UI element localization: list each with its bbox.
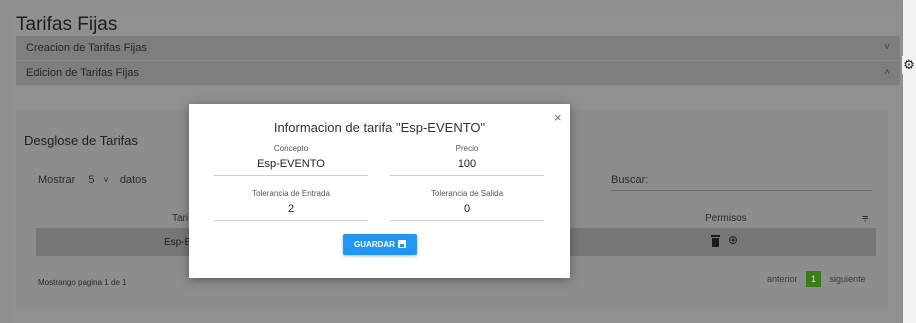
save-button[interactable]: GUARDAR [343, 234, 417, 255]
trash-lid [711, 235, 720, 237]
page-size-select[interactable]: 5 [88, 174, 94, 186]
precio-label: Precio [455, 144, 479, 153]
pager-current-page[interactable]: 1 [806, 271, 822, 287]
column-header-permisos[interactable]: Permisos [705, 213, 747, 224]
search-input[interactable] [610, 190, 872, 191]
save-button-label: GUARDAR [354, 240, 395, 249]
accordion-edicion[interactable]: Edicion de Tarifas Fijas ˄ [16, 61, 900, 86]
accordion-creacion[interactable]: Creacion de Tarifas Fijas ˅ [16, 36, 900, 61]
show-label: Mostrar [38, 174, 76, 186]
precio-field[interactable]: Precio 100 [390, 144, 544, 176]
accordion-creacion-label: Creacion de Tarifas Fijas [26, 42, 147, 54]
concepto-field[interactable]: Concepto Esp-EVENTO [214, 144, 368, 176]
accordion-edicion-label: Edicion de Tarifas Fijas [26, 67, 139, 79]
chevron-down-icon[interactable]: ˅ [104, 175, 109, 185]
page-size-control: Mostrar 5 ˅ datos [38, 174, 147, 186]
trash-body [712, 238, 719, 247]
table-cell-tarifa: Esp-E [164, 237, 192, 248]
datos-label: datos [119, 174, 147, 186]
tolerancia-salida-value[interactable]: 0 [390, 203, 544, 215]
tolerancia-entrada-label: Tolerancia de Entrada [252, 189, 330, 198]
right-strip [903, 0, 916, 323]
trash-icon[interactable] [711, 235, 720, 247]
column-header-tarifa[interactable]: Tari [172, 213, 188, 224]
tolerancia-salida-underline [390, 220, 544, 221]
search-label: Buscar: [611, 174, 649, 186]
pagination: anterior 1 siguiente [767, 271, 866, 287]
chevron-down-icon: ˅ [884, 42, 890, 53]
tolerancia-salida-label: Tolerancia de Salida [430, 189, 504, 198]
sort-icon[interactable]: ⩦ [862, 211, 868, 224]
gear-icon[interactable]: ⚙ [902, 56, 916, 74]
floppy-disk-icon [397, 240, 406, 248]
concepto-underline [214, 175, 368, 176]
tolerancia-salida-field[interactable]: Tolerancia de Salida 0 [390, 189, 544, 221]
concepto-value[interactable]: Esp-EVENTO [214, 158, 368, 170]
pager-prev[interactable]: anterior [767, 274, 798, 284]
tolerancia-entrada-value[interactable]: 2 [214, 203, 368, 215]
pager-next[interactable]: siguiente [830, 274, 866, 284]
page-title: Tarifas Fijas [16, 14, 118, 35]
tolerancia-entrada-field[interactable]: Tolerancia de Entrada 2 [214, 189, 368, 221]
chevron-up-icon: ˄ [884, 67, 890, 78]
pagination-info: Mostrango pagina 1 de 1 [38, 278, 127, 287]
precio-value[interactable]: 100 [390, 158, 544, 170]
precio-underline [390, 175, 544, 176]
concepto-label: Concepto [273, 144, 309, 153]
zoom-icon[interactable]: ⊕ [728, 233, 738, 247]
tolerancia-entrada-underline [214, 220, 368, 221]
modal-title: Informacion de tarifa "Esp-EVENTO" [273, 120, 486, 135]
card-title: Desglose de Tarifas [24, 133, 138, 148]
